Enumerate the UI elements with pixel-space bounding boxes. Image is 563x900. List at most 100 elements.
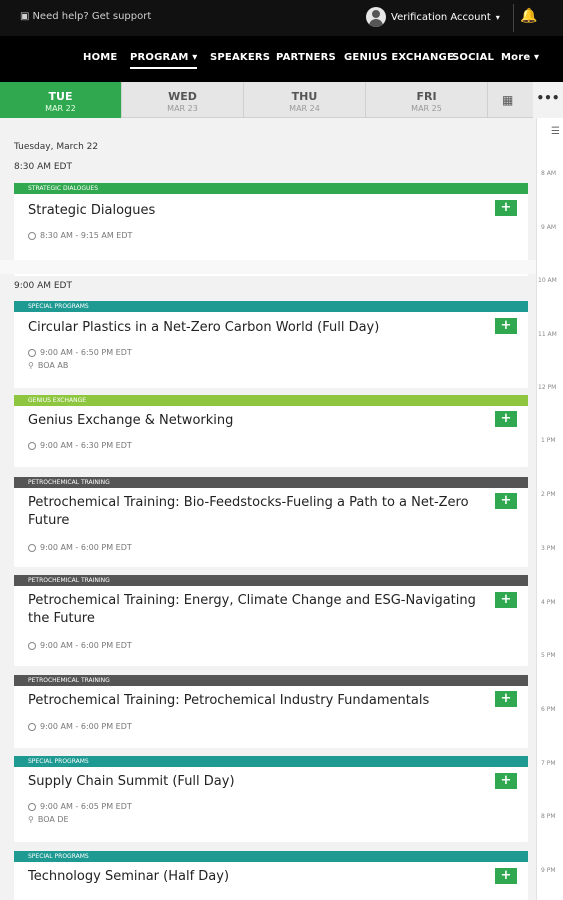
account-menu[interactable]: Verification Account ▾ <box>366 7 500 27</box>
session-time-text: 9:00 AM - 6:05 PM EDT <box>40 802 132 811</box>
session-card[interactable]: PETROCHEMICAL TRAINING Petrochemical Tra… <box>14 575 528 666</box>
session-location-text: BOA AB <box>37 361 69 370</box>
category-band: GENIUS EXCHANGE <box>14 395 528 406</box>
session-title: Circular Plastics in a Net-Zero Carbon W… <box>28 320 380 335</box>
timeline-hour: 11 AM <box>538 331 557 338</box>
nav-more-label: More <box>501 52 531 63</box>
session-time-text: 9:00 AM - 6:00 PM EDT <box>40 722 132 731</box>
clock-icon <box>28 641 36 650</box>
clock-icon <box>28 348 36 357</box>
day-name: FRI <box>416 90 437 103</box>
session-title: Supply Chain Summit (Full Day) <box>28 774 235 789</box>
session-time-text: 9:00 AM - 6:00 PM EDT <box>40 543 132 552</box>
tab-wed[interactable]: WED MAR 23 <box>122 82 244 118</box>
session-title: Petrochemical Training: Petrochemical In… <box>28 693 430 708</box>
session-location: ⚲ BOA DE <box>28 815 69 824</box>
timeline-hour: 3 PM <box>541 545 556 552</box>
add-to-schedule-button[interactable]: + <box>495 318 517 334</box>
session-time-text: 8:30 AM - 9:15 AM EDT <box>40 231 133 240</box>
add-to-schedule-button[interactable]: + <box>495 411 517 427</box>
tab-thu[interactable]: THU MAR 24 <box>244 82 366 118</box>
category-band: PETROCHEMICAL TRAINING <box>14 477 528 488</box>
add-to-schedule-button[interactable]: + <box>495 868 517 884</box>
session-title: Strategic Dialogues <box>28 203 156 218</box>
session-card[interactable]: SPECIAL PROGRAMS Technology Seminar (Hal… <box>14 851 528 900</box>
session-card[interactable]: SPECIAL PROGRAMS Supply Chain Summit (Fu… <box>14 756 528 842</box>
chevron-down-icon: ▾ <box>192 52 198 63</box>
day-date: MAR 22 <box>45 104 76 113</box>
day-name: WED <box>168 90 197 103</box>
category-band: SPECIAL PROGRAMS <box>14 851 528 862</box>
nav-partners[interactable]: PARTNERS <box>276 52 336 63</box>
session-time: 9:00 AM - 6:05 PM EDT <box>28 802 132 811</box>
top-bar: ▣ Need help? Get support Verification Ac… <box>0 0 563 36</box>
ellipsis-icon: ••• <box>536 91 560 105</box>
more-options-button[interactable]: ••• <box>533 82 563 118</box>
clock-icon <box>28 802 36 811</box>
help-icon: ▣ <box>20 11 30 22</box>
chevron-down-icon: ▾ <box>534 52 540 63</box>
day-date: MAR 25 <box>411 104 442 113</box>
session-location-text: BOA DE <box>37 815 69 824</box>
bell-icon[interactable]: 🔔 <box>520 8 537 24</box>
nav-more[interactable]: More ▾ <box>501 52 539 63</box>
session-time-text: 9:00 AM - 6:50 PM EDT <box>40 348 132 357</box>
timeline-hour: 12 PM <box>538 384 557 391</box>
add-to-schedule-button[interactable]: + <box>495 691 517 707</box>
timeline-hour: 8 AM <box>541 170 557 177</box>
clock-icon <box>28 722 36 731</box>
session-time: 9:00 AM - 6:00 PM EDT <box>28 641 132 650</box>
calendar-icon[interactable]: ▦ <box>502 93 513 107</box>
session-time: 9:00 AM - 6:30 PM EDT <box>28 441 132 450</box>
nav-speakers[interactable]: SPEAKERS <box>210 52 270 63</box>
session-card[interactable]: PETROCHEMICAL TRAINING Petrochemical Tra… <box>14 675 528 748</box>
timeline-hour: 4 PM <box>541 599 556 606</box>
help-text: Need help? Get support <box>32 11 152 22</box>
schedule-list: Tuesday, March 22 8:30 AM EDT STRATEGIC … <box>0 118 536 900</box>
timeline: ☰ 8 AM 9 AM 10 AM 11 AM 12 PM 1 PM 2 PM … <box>536 118 563 900</box>
session-title: Petrochemical Training: Energy, Climate … <box>28 593 476 626</box>
session-location: ⚲ BOA AB <box>28 361 68 370</box>
session-time-text: 9:00 AM - 6:00 PM EDT <box>40 641 132 650</box>
nav-home[interactable]: HOME <box>83 52 117 63</box>
nav-social[interactable]: SOCIAL <box>452 52 494 63</box>
time-slot: 8:30 AM EDT <box>14 162 72 172</box>
tab-fri[interactable]: FRI MAR 25 <box>366 82 488 118</box>
timeline-hour: 9 AM <box>541 224 557 231</box>
clock-icon <box>28 441 36 450</box>
category-band: PETROCHEMICAL TRAINING <box>14 675 528 686</box>
add-to-schedule-button[interactable]: + <box>495 493 517 509</box>
session-card[interactable]: PETROCHEMICAL TRAINING Petrochemical Tra… <box>14 477 528 567</box>
timeline-hour: 6 PM <box>541 706 556 713</box>
session-time: 8:30 AM - 9:15 AM EDT <box>28 231 132 240</box>
nav-genius-exchange[interactable]: GENIUS EXCHANGE <box>344 52 454 63</box>
location-pin-icon: ⚲ <box>28 361 34 370</box>
chevron-down-icon: ▾ <box>495 12 500 22</box>
timeline-hour: 1 PM <box>541 437 556 444</box>
add-to-schedule-button[interactable]: + <box>495 200 517 216</box>
nav-program[interactable]: PROGRAM ▾ <box>130 52 198 69</box>
time-slot: 9:00 AM EDT <box>14 281 72 291</box>
timeline-hour: 7 PM <box>541 760 556 767</box>
category-band: STRATEGIC DIALOGUES <box>14 183 528 194</box>
session-card[interactable]: SPECIAL PROGRAMS Circular Plastics in a … <box>14 301 528 388</box>
help-link[interactable]: ▣ Need help? Get support <box>20 11 151 22</box>
list-icon[interactable]: ☰ <box>551 126 560 137</box>
category-band: SPECIAL PROGRAMS <box>14 301 528 312</box>
nav-program-label: PROGRAM <box>130 52 189 63</box>
clock-icon <box>28 231 36 240</box>
day-date: MAR 23 <box>167 104 198 113</box>
session-card[interactable]: GENIUS EXCHANGE Genius Exchange & Networ… <box>14 395 528 467</box>
day-tabs: TUE MAR 22 WED MAR 23 THU MAR 24 FRI MAR… <box>0 82 563 118</box>
session-title: Petrochemical Training: Bio-Feedstocks-F… <box>28 495 469 528</box>
category-band: PETROCHEMICAL TRAINING <box>14 575 528 586</box>
location-pin-icon: ⚲ <box>28 815 34 824</box>
tab-tue[interactable]: TUE MAR 22 <box>0 82 122 118</box>
timeline-hour: 10 AM <box>538 277 557 284</box>
session-title: Genius Exchange & Networking <box>28 413 234 428</box>
session-time: 9:00 AM - 6:00 PM EDT <box>28 722 132 731</box>
add-to-schedule-button[interactable]: + <box>495 592 517 608</box>
session-time: 9:00 AM - 6:50 PM EDT <box>28 348 132 357</box>
add-to-schedule-button[interactable]: + <box>495 773 517 789</box>
session-title: Technology Seminar (Half Day) <box>28 869 230 884</box>
